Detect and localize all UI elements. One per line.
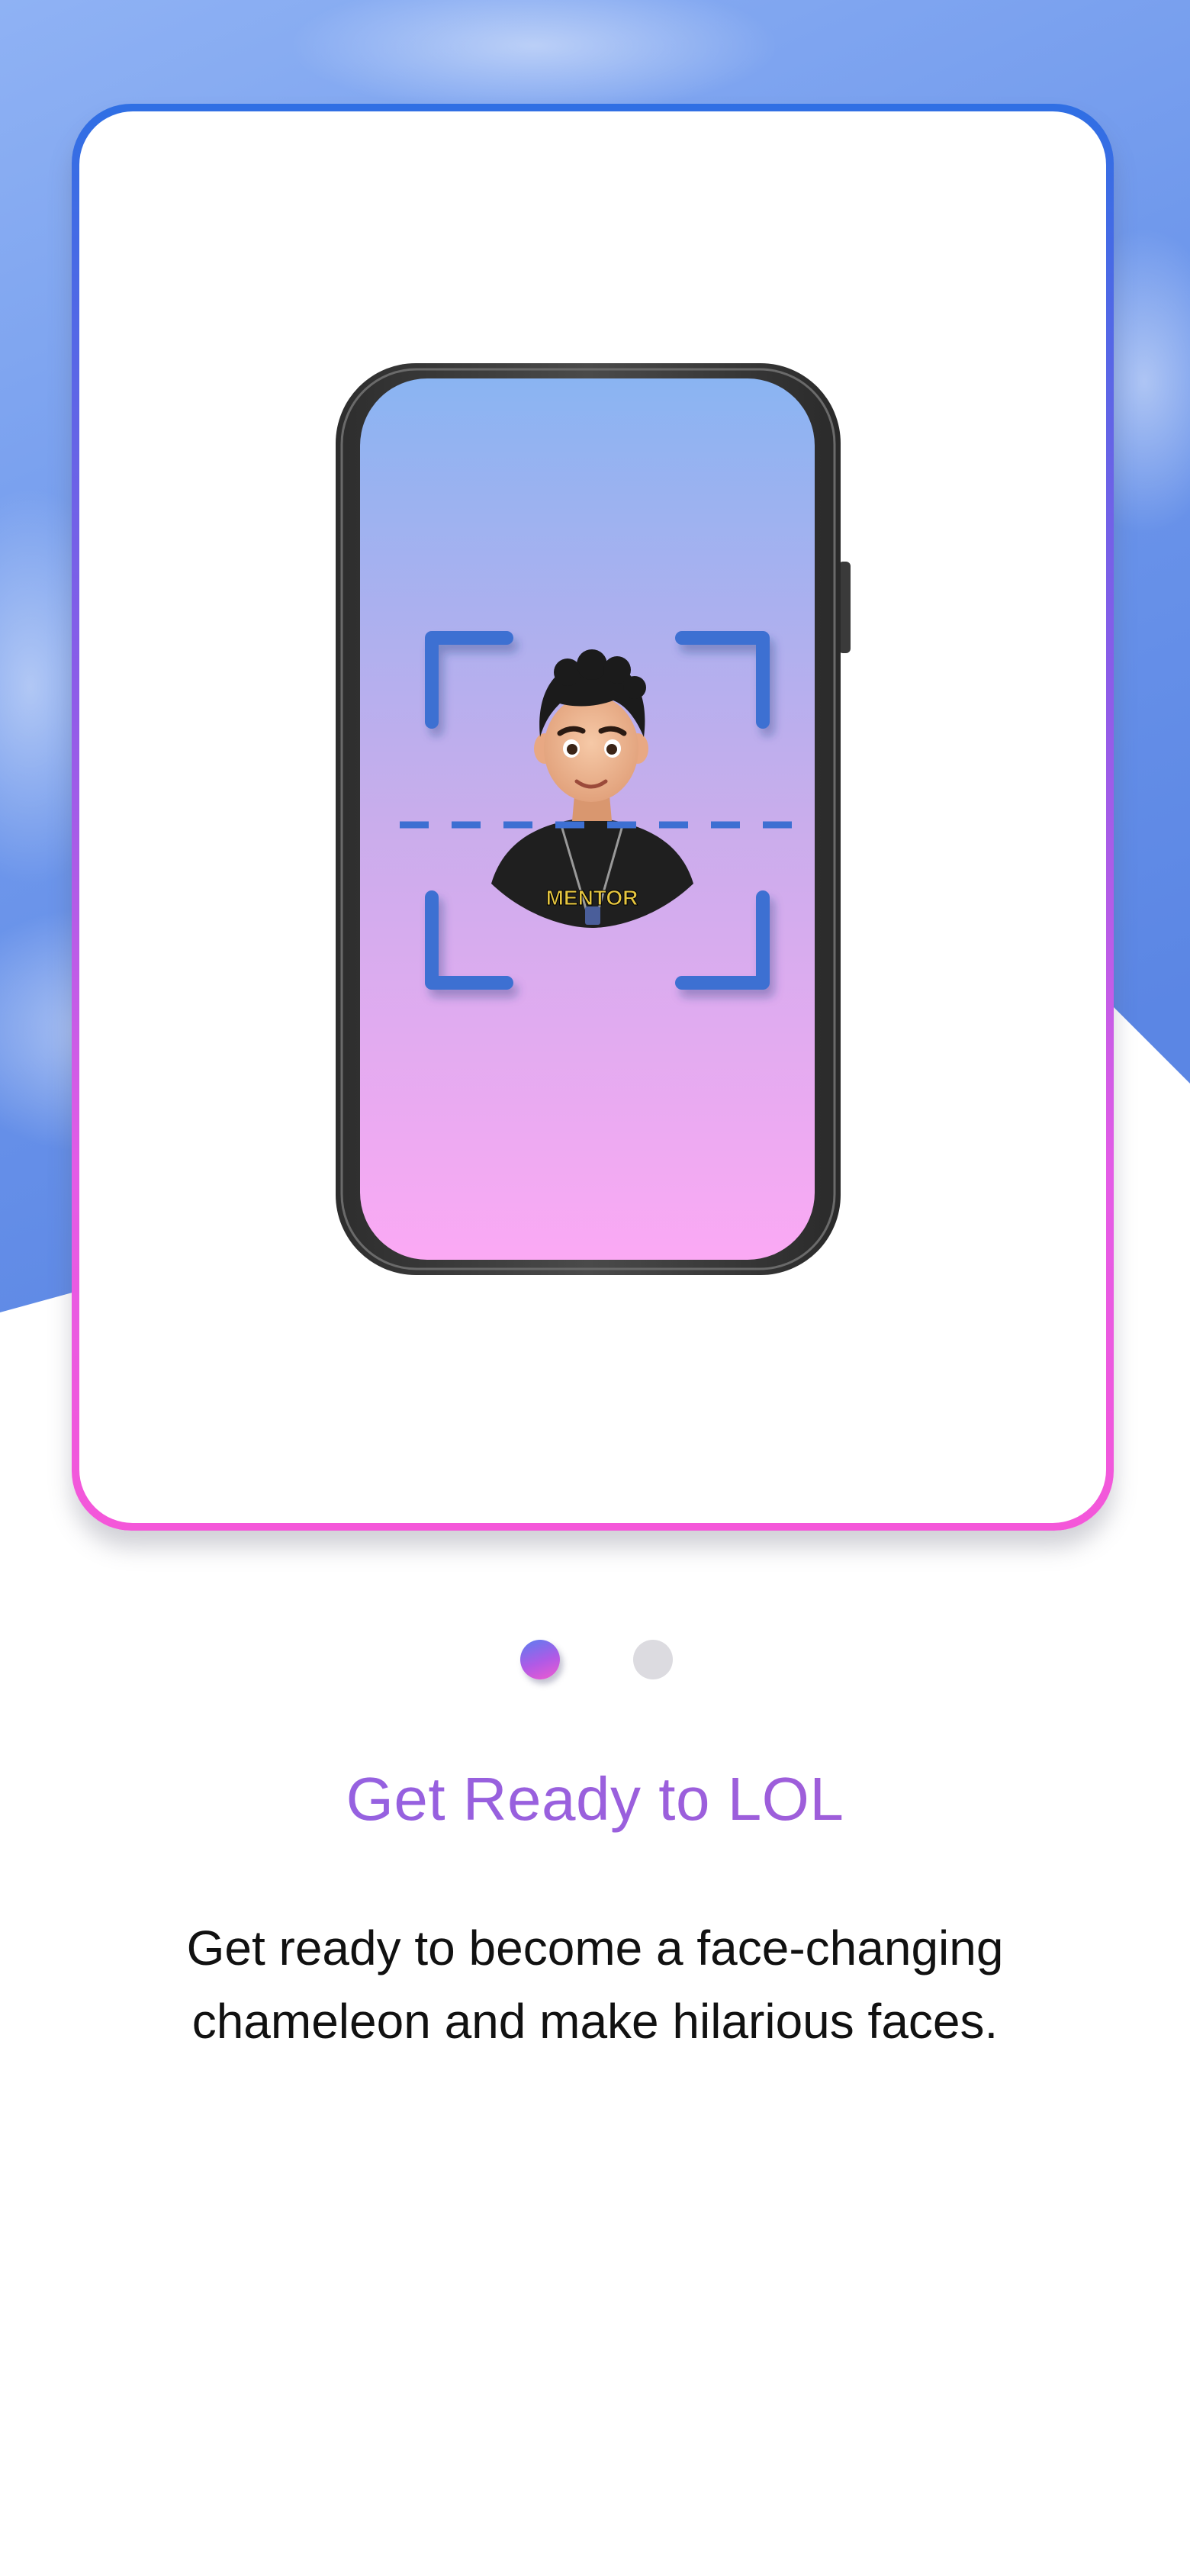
onboarding-card: MENTOR — [72, 104, 1114, 1531]
phone-illustration: MENTOR — [336, 363, 851, 1275]
page-indicator-2[interactable] — [633, 1640, 673, 1679]
onboarding-screen: MENTOR Get Ready to LOL Get ready to bec… — [0, 0, 1190, 2576]
page-indicator-1-active[interactable] — [520, 1640, 560, 1679]
card-content: MENTOR — [79, 111, 1106, 1523]
onboarding-description: Get ready to become a face-changing cham… — [186, 1921, 1004, 2049]
onboarding-title: Get Ready to LOL — [0, 1764, 1190, 1834]
pagination-dots — [0, 1640, 1190, 1682]
avatar-shirt-text: MENTOR — [546, 886, 638, 910]
